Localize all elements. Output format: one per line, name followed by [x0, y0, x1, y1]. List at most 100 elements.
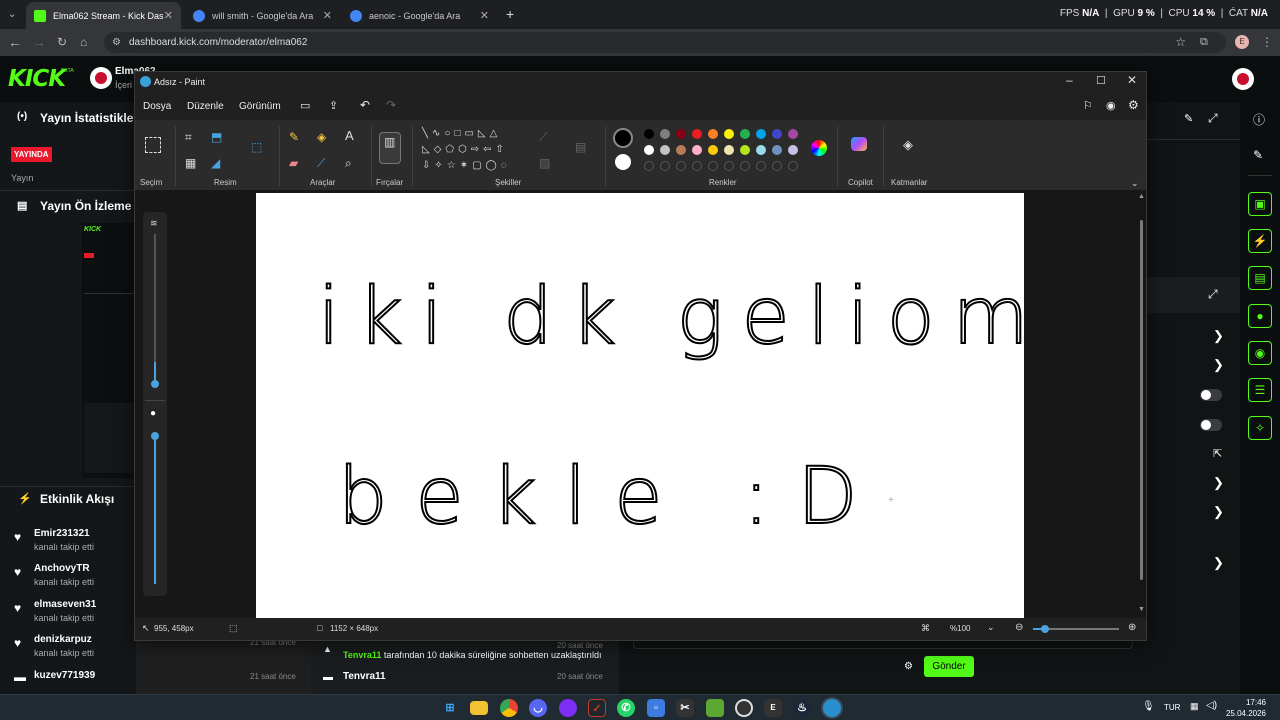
close-tab-icon[interactable]: ✕ — [323, 9, 332, 22]
edit-icon[interactable]: ✎ — [1184, 112, 1193, 125]
color-swatch[interactable] — [740, 129, 750, 139]
user-avatar[interactable] — [1232, 68, 1254, 90]
maximize-icon[interactable]: ☐ — [1096, 74, 1106, 87]
app-icon[interactable]: ✓ — [588, 699, 606, 717]
toggle-switch[interactable] — [1200, 419, 1222, 431]
zoom-slider-thumb[interactable] — [1041, 625, 1049, 633]
file-explorer-icon[interactable] — [470, 701, 488, 715]
shapes-gallery[interactable]: ╲∿○□▭◺△ ◺◇⬠⬡⇨⇦⇧ ⇩✧☆✶▢◯◌ — [422, 126, 524, 174]
back-icon[interactable]: ← — [8, 34, 22, 50]
empty-color-swatch[interactable] — [740, 161, 750, 171]
color-swatch[interactable] — [708, 145, 718, 155]
close-tab-icon[interactable]: ✕ — [164, 9, 173, 22]
shape-options-icon[interactable]: ▤ — [575, 140, 586, 154]
chevron-right-icon[interactable]: ❯ — [1213, 328, 1224, 344]
color-swatch[interactable] — [772, 145, 782, 155]
site-info-icon[interactable]: ⚙ — [112, 32, 121, 53]
color-swatch[interactable] — [644, 129, 654, 139]
screenshot-icon[interactable]: ▣ — [1248, 192, 1272, 216]
broadcast-icon[interactable]: ◉ — [1248, 341, 1272, 365]
chevron-right-icon[interactable]: ❯ — [1213, 555, 1224, 571]
app-icon[interactable]: ▫ — [647, 699, 665, 717]
scroll-down-icon[interactable]: ▼ — [1138, 606, 1145, 613]
reload-icon[interactable]: ↻ — [57, 34, 67, 50]
share-icon[interactable]: ⇪ — [329, 99, 338, 112]
color-swatch[interactable] — [756, 129, 766, 139]
minecraft-icon[interactable] — [706, 699, 724, 717]
color-swatch[interactable] — [692, 129, 702, 139]
color-swatch[interactable] — [772, 129, 782, 139]
system-clock[interactable]: 17:46 25.04.2026 — [1226, 697, 1266, 719]
empty-color-swatch[interactable] — [756, 161, 766, 171]
menu-edit[interactable]: Düzenle — [187, 101, 224, 112]
capcut-icon[interactable]: ✂ — [676, 699, 694, 717]
expand-icon[interactable]: ⤢ — [1208, 111, 1218, 126]
image-tool-icon[interactable]: ⬚ — [251, 140, 262, 154]
chat-input[interactable] — [633, 641, 1133, 649]
whatsapp-icon[interactable]: ✆ — [617, 699, 635, 717]
eraser-icon[interactable]: ▰ — [289, 156, 298, 170]
color-swatch[interactable] — [660, 145, 670, 155]
pencil-icon[interactable]: ✎ — [289, 130, 299, 144]
empty-color-swatch[interactable] — [676, 161, 686, 171]
info-icon[interactable]: ⓘ — [1253, 111, 1265, 128]
fill-icon[interactable]: ◈ — [317, 130, 326, 144]
chevron-down-icon[interactable]: ⌄ — [1131, 176, 1139, 190]
close-tab-icon[interactable]: ✕ — [480, 9, 489, 22]
app-icon[interactable] — [559, 699, 577, 717]
color-swatch[interactable] — [660, 129, 670, 139]
tab-aenoic[interactable]: aenoic - Google'da Ara ✕ — [342, 2, 497, 29]
zoom-out-icon[interactable]: ⊖ — [1015, 622, 1023, 633]
crop-icon[interactable]: ⌗ — [185, 130, 192, 144]
color-swatch[interactable] — [708, 129, 718, 139]
chrome-icon[interactable] — [500, 699, 518, 717]
tab-kick-dashboard[interactable]: Elma062 Stream - Kick Dashboa ✕ — [26, 2, 181, 29]
expand-icon[interactable]: ⤢ — [1208, 287, 1218, 302]
color-swatch[interactable] — [788, 129, 798, 139]
toggle-switch[interactable] — [1200, 389, 1222, 401]
fit-to-window-icon[interactable]: ⌘ — [921, 623, 930, 634]
layers-icon[interactable]: ◈ — [903, 138, 913, 152]
secondary-color-swatch[interactable] — [615, 154, 631, 170]
empty-color-swatch[interactable] — [772, 161, 782, 171]
magnifier-icon[interactable]: ⌕ — [345, 156, 352, 170]
language-indicator[interactable]: TUR — [1164, 703, 1180, 712]
settings-gear-icon[interactable]: ⚙ — [904, 661, 913, 672]
color-swatch[interactable] — [756, 145, 766, 155]
outline-icon[interactable]: ⟋ — [539, 130, 547, 144]
profile-avatar[interactable]: E — [1235, 35, 1249, 49]
color-swatch[interactable] — [644, 145, 654, 155]
volume-icon[interactable]: ◁) — [1206, 700, 1217, 711]
slider-thumb[interactable] — [151, 432, 159, 440]
image-select-icon[interactable]: ▦ — [185, 156, 196, 170]
address-bar[interactable]: ⚙ dashboard.kick.com/moderator/elma062 ☆ — [104, 32, 1226, 53]
microphone-icon[interactable]: 🎙 — [1142, 701, 1155, 712]
plus-icon[interactable]: + — [506, 6, 514, 22]
color-swatch[interactable] — [676, 145, 686, 155]
network-icon[interactable]: ▦ — [1190, 701, 1199, 712]
shape-fill-icon[interactable]: ▨ — [539, 156, 550, 170]
resize-icon[interactable]: ⬒ — [211, 130, 222, 144]
empty-color-swatch[interactable] — [788, 161, 798, 171]
color-swatch[interactable] — [788, 145, 798, 155]
kick-logo[interactable]: KICK — [8, 66, 66, 92]
empty-color-swatch[interactable] — [708, 161, 718, 171]
zoom-in-icon[interactable]: ⊕ — [1128, 622, 1136, 633]
list-icon[interactable]: ☰ — [1248, 378, 1272, 402]
clipboard-icon[interactable]: ▤ — [1248, 266, 1272, 290]
minimize-icon[interactable]: – — [1066, 73, 1073, 87]
channel-avatar[interactable] — [90, 67, 112, 89]
obs-icon[interactable] — [735, 699, 753, 717]
zoom-select[interactable]: %100 — [950, 624, 970, 633]
home-icon[interactable]: ⌂ — [80, 34, 87, 50]
color-swatch[interactable] — [740, 145, 750, 155]
chevron-right-icon[interactable]: ❯ — [1213, 357, 1224, 373]
menu-file[interactable]: Dosya — [143, 101, 171, 112]
steam-icon[interactable]: ♨ — [793, 699, 811, 717]
empty-color-swatch[interactable] — [724, 161, 734, 171]
menu-view[interactable]: Görünüm — [239, 101, 281, 112]
vertical-scrollbar[interactable] — [1140, 220, 1143, 580]
chevron-right-icon[interactable]: ❯ — [1213, 475, 1224, 491]
more-menu-icon[interactable]: ⋮ — [1261, 34, 1273, 50]
discord-icon[interactable]: ◡ — [529, 699, 547, 717]
